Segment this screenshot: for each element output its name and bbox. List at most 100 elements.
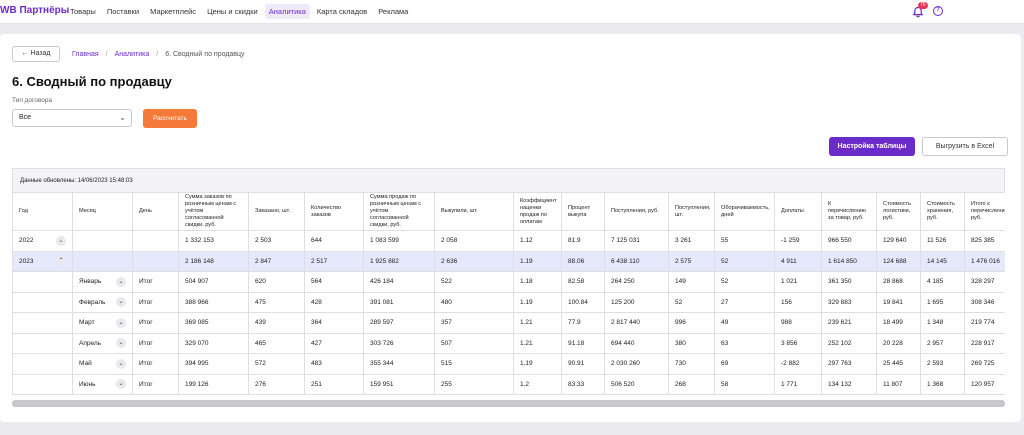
- contract-type-label: Тип договора: [12, 97, 53, 104]
- contract-type-value: Все: [19, 114, 32, 121]
- table-cell: 100.84: [561, 291, 605, 313]
- day-cell: Итог: [132, 312, 179, 334]
- table-cell: 11 807: [876, 373, 921, 395]
- month-cell: Апрель ⌄: [72, 332, 133, 354]
- column-header[interactable]: Итого к перечислению, руб.: [964, 192, 1005, 231]
- table-row[interactable]: Май ⌄ Итог 394 995 572 483 355 344 515 1.19 90.91…: [12, 353, 1005, 375]
- table-cell: 81.9: [561, 230, 605, 252]
- column-header[interactable]: День: [132, 192, 179, 231]
- column-header[interactable]: Стоимость логистики, руб.: [876, 192, 921, 231]
- table-cell: 391 081: [363, 291, 435, 313]
- table-cell: 2 593: [920, 353, 965, 375]
- help-icon[interactable]: ?: [933, 6, 943, 16]
- column-header[interactable]: Заказано, шт.: [248, 192, 305, 231]
- chevron-down-icon[interactable]: ⌄: [116, 358, 126, 369]
- nav-item[interactable]: Карта складов: [313, 4, 371, 19]
- table-cell: 1 771: [774, 373, 822, 395]
- year-cell: [12, 373, 73, 395]
- month-value: Май: [79, 360, 92, 368]
- table-cell: 428: [304, 291, 364, 313]
- chevron-up-icon[interactable]: ⌃: [56, 256, 66, 267]
- column-header[interactable]: Год: [12, 192, 73, 231]
- table-cell: 2 817 440: [604, 312, 669, 334]
- year-cell: [12, 271, 73, 293]
- table-cell: 134 132: [821, 373, 877, 395]
- chevron-down-icon[interactable]: ⌄: [56, 235, 66, 246]
- table-cell: 328 297: [964, 271, 1005, 293]
- nav-item[interactable]: Маркетплейс: [146, 4, 200, 19]
- table-cell: 825 385: [964, 230, 1005, 252]
- table-cell: 90.91: [561, 353, 605, 375]
- column-header[interactable]: Сумма продаж по розничным ценам с учётом…: [363, 192, 435, 231]
- column-header[interactable]: Оборачиваемость, дней: [714, 192, 775, 231]
- table-row[interactable]: 2023 ⌃ 2 186 148 2 847 2 517 1 925 882 2 636 1.…: [12, 250, 1005, 272]
- chevron-down-icon[interactable]: ⌄: [116, 297, 126, 308]
- column-header[interactable]: Месяц: [72, 192, 133, 231]
- month-value: Март: [79, 319, 95, 327]
- nav-item[interactable]: Аналитика: [264, 4, 310, 19]
- day-cell: Итог: [132, 291, 179, 313]
- table-cell: 2 957: [920, 332, 965, 354]
- table-cell: -2 882: [774, 353, 822, 375]
- table-row[interactable]: Февраль ⌄ Итог 388 966 475 428 391 081 480 1.19 1…: [12, 291, 1005, 313]
- table-cell: 63: [714, 332, 775, 354]
- table-cell: 4 185: [920, 271, 965, 293]
- table-cell: 83.33: [561, 373, 605, 395]
- breadcrumb-current: 6. Сводный по продавцу: [165, 51, 245, 58]
- day-cell: Итог: [132, 271, 179, 293]
- table-row[interactable]: Апрель ⌄ Итог 329 070 465 427 303 726 507 1.21 91…: [12, 332, 1005, 354]
- table-cell: 1.12: [513, 230, 562, 252]
- column-header[interactable]: Коэффициент наценки продаж по оплатам: [513, 192, 562, 231]
- year-value: 2023: [19, 257, 34, 265]
- year-cell: [12, 312, 73, 334]
- recalculate-button[interactable]: Рассчитать: [143, 109, 197, 128]
- column-header[interactable]: Поступления, руб.: [604, 192, 669, 231]
- table-cell: 522: [434, 271, 514, 293]
- table-cell: 289 597: [363, 312, 435, 334]
- chevron-down-icon[interactable]: ⌄: [116, 338, 126, 349]
- chevron-down-icon[interactable]: ⌄: [116, 379, 126, 390]
- table-cell: 1.21: [513, 332, 562, 354]
- chevron-down-icon[interactable]: ⌄: [116, 317, 126, 328]
- column-header[interactable]: Процент выкупа: [561, 192, 605, 231]
- breadcrumb-home[interactable]: Главная: [72, 51, 99, 58]
- table-cell: 2 058: [434, 230, 514, 252]
- year-cell: [12, 291, 73, 313]
- column-header[interactable]: Выкупили, шт.: [434, 192, 514, 231]
- brand-logo[interactable]: WB Партнёры: [0, 5, 69, 16]
- column-header[interactable]: Доплаты: [774, 192, 822, 231]
- table-row[interactable]: Январь ⌄ Итог 504 907 620 564 426 184 522 1.18 82…: [12, 271, 1005, 293]
- table-cell: 1 021: [774, 271, 822, 293]
- column-header[interactable]: Стоимость хранения, руб.: [920, 192, 965, 231]
- table-row[interactable]: Июнь ⌄ Итог 199 126 276 251 159 951 255 1.2 83.33…: [12, 373, 1005, 395]
- back-button[interactable]: ← Назад: [12, 46, 60, 62]
- table-cell: 69: [714, 353, 775, 375]
- horizontal-scrollbar[interactable]: [12, 400, 1005, 407]
- nav-item[interactable]: Реклама: [374, 4, 412, 19]
- column-header[interactable]: Количество заказов: [304, 192, 364, 231]
- table-cell: 19 841: [876, 291, 921, 313]
- month-cell: Январь ⌄: [72, 271, 133, 293]
- table-cell: 2 503: [248, 230, 305, 252]
- chevron-down-icon[interactable]: ⌄: [116, 276, 126, 287]
- table-cell: 2 030 260: [604, 353, 669, 375]
- table-cell: 4 911: [774, 250, 822, 272]
- table-cell: 129 640: [876, 230, 921, 252]
- table-settings-button[interactable]: Настройка таблицы: [829, 137, 915, 156]
- table-cell: 439: [248, 312, 305, 334]
- table-cell: 120 957: [964, 373, 1005, 395]
- breadcrumb-analytics[interactable]: Аналитика: [115, 51, 150, 58]
- column-header[interactable]: Поступления, шт.: [668, 192, 715, 231]
- table-row[interactable]: Март ⌄ Итог 369 085 439 364 289 597 357 1.21 77.9…: [12, 312, 1005, 334]
- table-cell: 996: [668, 312, 715, 334]
- table-row[interactable]: 2022 ⌄ 1 332 153 2 503 644 1 083 599 2 058 1.12…: [12, 230, 1005, 252]
- month-value: Июнь: [79, 380, 96, 388]
- nav-item[interactable]: Поставки: [103, 4, 143, 19]
- nav-item[interactable]: Товары: [66, 4, 100, 19]
- nav-item[interactable]: Цены и скидки: [203, 4, 262, 19]
- export-excel-button[interactable]: Выгрузить в Excel: [922, 137, 1008, 156]
- column-header[interactable]: К перечислению за товар, руб.: [821, 192, 877, 231]
- table-cell: 276: [248, 373, 305, 395]
- contract-type-select[interactable]: Все ⌄: [12, 109, 132, 127]
- column-header[interactable]: Сумма заказов по розничным ценам с учёто…: [178, 192, 249, 231]
